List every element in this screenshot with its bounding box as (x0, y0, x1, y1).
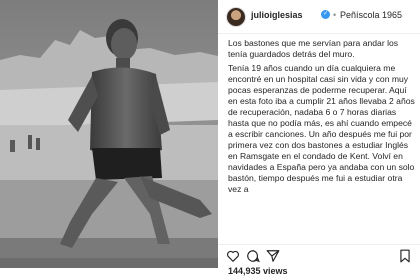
post-side-panel: julioiglesias ✓ • Peñíscola 1965 Los bas… (218, 0, 420, 280)
view-count[interactable]: 144,935 views (228, 266, 288, 276)
verified-badge-icon: ✓ (321, 10, 330, 19)
caption-paragraph: Los bastones que me servían para andar l… (228, 38, 399, 59)
action-bar (218, 244, 420, 264)
avatar[interactable] (226, 7, 246, 27)
bookmark-icon[interactable] (398, 249, 412, 263)
post-header: julioiglesias ✓ • Peñíscola 1965 (218, 0, 420, 34)
comment-icon[interactable] (246, 249, 260, 263)
heart-icon[interactable] (226, 249, 240, 263)
post-caption: Los bastones que me servían para andar l… (228, 38, 416, 241)
share-icon[interactable] (266, 249, 280, 263)
location[interactable]: Peñíscola 1965 (340, 10, 402, 20)
username[interactable]: julioiglesias (251, 10, 303, 20)
separator-dot: • (333, 10, 337, 20)
post-photo[interactable] (0, 0, 218, 268)
caption-paragraph: Tenía 19 años cuando un día cualquiera m… (228, 63, 415, 194)
post-photo-image (0, 0, 218, 268)
